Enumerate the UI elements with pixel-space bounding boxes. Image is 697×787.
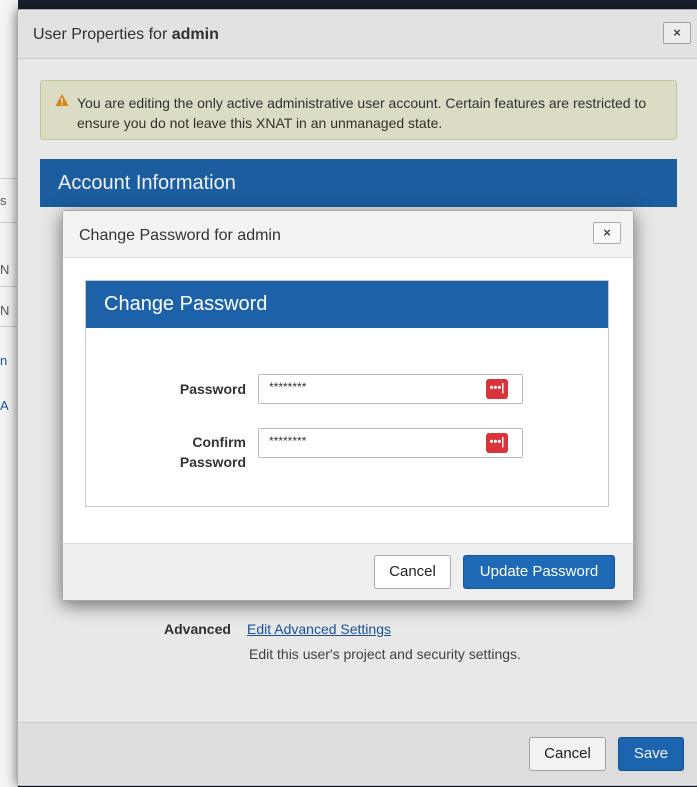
change-password-panel: Change Password Password ******** •••| C… — [85, 280, 609, 507]
background-divider — [0, 222, 18, 223]
cancel-button[interactable]: Cancel — [374, 555, 451, 589]
change-password-panel-title: Change Password — [86, 281, 608, 328]
background-page: s N N n A — [0, 0, 18, 787]
change-password-dialog-footer: Cancel Update Password — [63, 543, 633, 600]
change-password-dialog-header: Change Password for admin × — [63, 211, 633, 258]
background-letter: N — [0, 303, 10, 318]
close-button[interactable]: × — [593, 222, 621, 244]
confirm-label-line2: Password — [179, 454, 246, 470]
confirm-password-value: ******** — [269, 434, 307, 448]
background-letter: n — [0, 353, 8, 368]
background-divider — [0, 286, 18, 287]
password-manager-icon[interactable]: •••| — [486, 433, 508, 453]
password-label: Password — [179, 381, 246, 397]
background-divider — [0, 326, 18, 327]
close-icon: × — [603, 225, 611, 240]
change-password-dialog-title: Change Password for admin — [79, 227, 281, 244]
confirm-label-line1: Confirm — [192, 434, 246, 450]
confirm-password-label: Confirm Password — [106, 432, 246, 472]
change-password-dialog: Change Password for admin × Change Passw… — [62, 210, 634, 601]
background-letter: s — [0, 193, 7, 208]
background-letter: N — [0, 262, 10, 277]
password-input[interactable]: ******** •••| — [258, 374, 523, 404]
background-letter: A — [0, 398, 9, 413]
update-password-button[interactable]: Update Password — [463, 555, 615, 589]
password-value: ******** — [269, 380, 307, 394]
confirm-password-input[interactable]: ******** •••| — [258, 428, 523, 458]
background-divider — [0, 178, 18, 179]
password-manager-icon[interactable]: •••| — [486, 379, 508, 399]
